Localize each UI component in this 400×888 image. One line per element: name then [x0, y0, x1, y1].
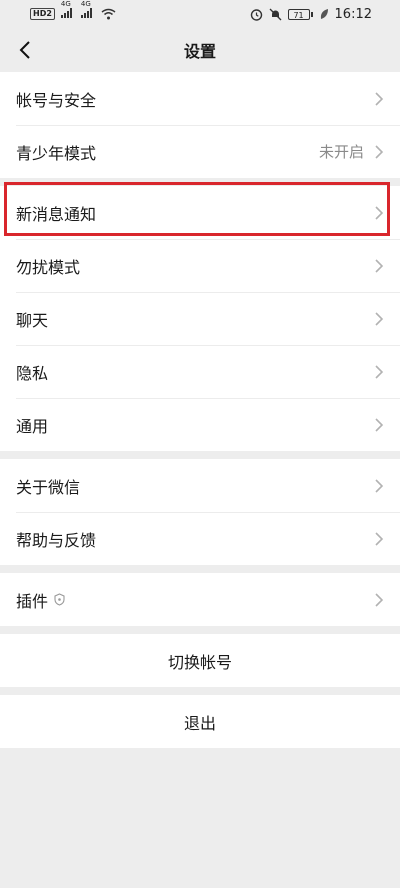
settings-item-account-security[interactable]: 帐号与安全: [0, 72, 400, 125]
group-about: 关于微信 帮助与反馈: [0, 459, 400, 565]
shield-icon: [54, 593, 65, 606]
settings-item-new-message-notification[interactable]: 新消息通知: [0, 186, 400, 239]
page-title: 设置: [183, 42, 216, 61]
back-arrow-icon: [19, 41, 30, 59]
chevron-right-icon: [375, 205, 384, 220]
hd-badge: HD2: [30, 8, 55, 20]
settings-item-help-feedback[interactable]: 帮助与反馈: [0, 512, 400, 565]
settings-item-teen-mode[interactable]: 青少年模式 未开启: [0, 125, 400, 178]
item-label: 通用: [16, 416, 49, 436]
wifi-icon: [101, 8, 116, 20]
settings-item-about-wechat[interactable]: 关于微信: [0, 459, 400, 512]
item-label: 关于微信: [16, 477, 81, 497]
item-value: 未开启: [318, 143, 364, 161]
item-label: 勿扰模式: [16, 257, 81, 277]
chevron-right-icon: [375, 311, 384, 326]
alarm-icon: [250, 8, 262, 21]
settings-item-plugins[interactable]: 插件: [0, 573, 400, 626]
chevron-right-icon: [375, 364, 384, 379]
leaf-icon: [320, 9, 328, 19]
chevron-right-icon: [375, 417, 384, 432]
signal-icon-2: 4G: [80, 0, 95, 20]
group-plugins: 插件: [0, 573, 400, 626]
item-label: 新消息通知: [16, 204, 97, 224]
mute-bell-icon: [269, 8, 281, 20]
nav-header: 设置: [0, 28, 400, 72]
item-label: 青少年模式: [16, 143, 97, 163]
chevron-right-icon: [375, 144, 384, 159]
logout-button[interactable]: 退出: [0, 695, 400, 748]
switch-account-label: 切换帐号: [167, 652, 232, 672]
logout-label: 退出: [183, 713, 216, 733]
chevron-right-icon: [375, 258, 384, 273]
back-button[interactable]: [10, 28, 40, 72]
item-label: 帮助与反馈: [16, 530, 97, 550]
status-left: HD2 4G 4G: [30, 0, 116, 20]
group-account: 帐号与安全 青少年模式 未开启: [0, 72, 400, 178]
status-bar: HD2 4G 4G 71 16:12: [0, 0, 400, 28]
item-label: 隐私: [16, 363, 49, 383]
status-time: 16:12: [334, 6, 372, 22]
settings-item-do-not-disturb[interactable]: 勿扰模式: [0, 239, 400, 292]
settings-item-general[interactable]: 通用: [0, 398, 400, 451]
battery-icon: 71: [287, 8, 313, 20]
item-label: 插件: [16, 591, 49, 611]
chevron-right-icon: [375, 531, 384, 546]
group-general: 新消息通知 勿扰模式 聊天 隐私 通用: [0, 186, 400, 451]
chevron-right-icon: [375, 592, 384, 607]
item-label: 帐号与安全: [16, 90, 97, 110]
switch-account-button[interactable]: 切换帐号: [0, 634, 400, 687]
chevron-right-icon: [375, 91, 384, 106]
chevron-right-icon: [375, 478, 384, 493]
status-right: 71 16:12: [250, 7, 372, 22]
settings-item-privacy[interactable]: 隐私: [0, 345, 400, 398]
settings-item-chat[interactable]: 聊天: [0, 292, 400, 345]
item-label: 聊天: [16, 310, 49, 330]
signal-icon-1: 4G: [60, 0, 75, 20]
